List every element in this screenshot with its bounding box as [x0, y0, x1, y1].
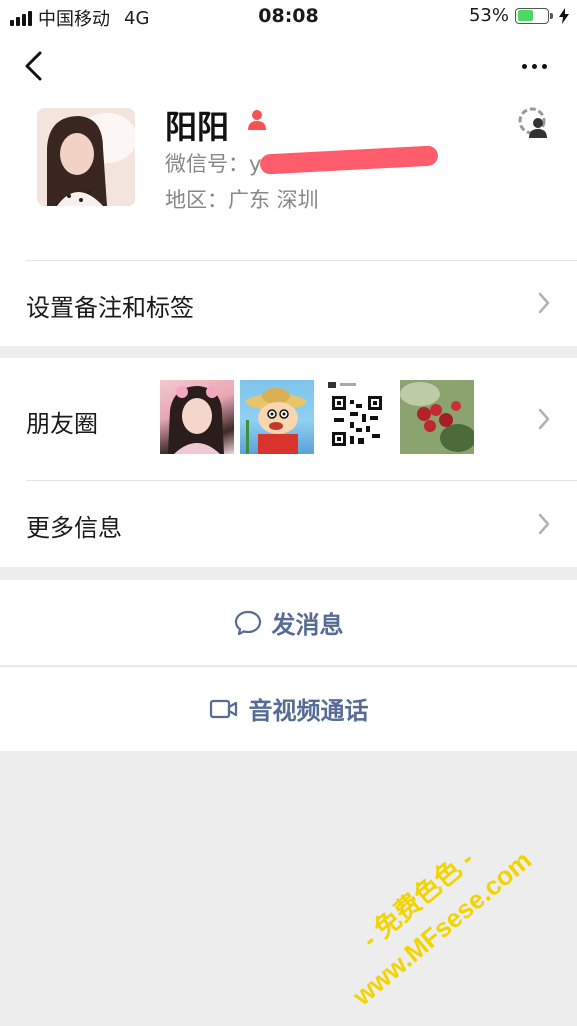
charging-icon — [559, 7, 569, 24]
avatar-image — [37, 108, 135, 206]
watermark: - 免费色色 - www.MFsese.com — [313, 806, 577, 1026]
back-button[interactable] — [22, 50, 48, 82]
star-friend-icon[interactable] — [517, 106, 551, 140]
more-dot-icon — [521, 63, 527, 69]
video-call-button[interactable]: 音视频通话 — [0, 666, 577, 751]
video-call-label: 音视频通话 — [248, 697, 369, 725]
redaction-mark — [259, 145, 439, 175]
nav-bar — [0, 34, 577, 98]
moments-thumbnail — [240, 380, 314, 454]
send-message-label: 发消息 — [271, 611, 344, 639]
moments-thumbnail — [400, 380, 474, 454]
battery-icon — [515, 7, 553, 24]
more-dot-icon — [531, 63, 537, 69]
wechat-id-row: 微信号：y — [165, 148, 261, 178]
more-info-row[interactable]: 更多信息 — [0, 480, 577, 567]
chevron-right-icon — [538, 408, 550, 430]
chevron-right-icon — [538, 292, 550, 314]
chevron-left-icon — [25, 51, 42, 81]
video-call-content: 音视频通话 — [0, 666, 577, 751]
region-label: 地区： — [165, 188, 228, 212]
set-remark-label: 设置备注和标签 — [26, 294, 194, 322]
send-message-button[interactable]: 发消息 — [0, 580, 577, 665]
profile-name: 阳阳 — [165, 108, 230, 146]
send-message-content: 发消息 — [0, 580, 577, 665]
status-right: 53% — [469, 5, 569, 26]
avatar[interactable] — [37, 108, 135, 206]
moments-thumbnail — [160, 380, 234, 454]
more-dot-icon — [541, 63, 547, 69]
set-remark-row[interactable]: 设置备注和标签 — [0, 260, 577, 346]
more-info-label: 更多信息 — [26, 514, 122, 542]
battery-percent: 53% — [468, 5, 509, 26]
status-bar: 中国移动 4G 08:08 53% — [0, 0, 577, 34]
moments-label: 朋友圈 — [26, 410, 98, 438]
moments-row[interactable]: 朋友圈 — [0, 358, 577, 480]
region-row: 地区：广东 深圳 — [165, 184, 319, 214]
profile-header: 阳阳 微信号：y 地区：广东 深圳 — [0, 98, 577, 260]
female-gender-icon — [248, 110, 266, 130]
region-value: 广东 深圳 — [228, 188, 319, 212]
chevron-right-icon — [538, 513, 550, 535]
video-camera-icon — [209, 699, 237, 718]
more-button[interactable] — [517, 54, 551, 78]
battery-fill — [517, 10, 533, 21]
divider — [26, 480, 577, 481]
wechat-id-label: 微信号： — [165, 152, 249, 176]
chat-bubble-icon — [234, 610, 261, 635]
divider — [26, 260, 577, 261]
moments-thumbnails — [160, 380, 474, 454]
moments-thumbnail — [320, 380, 394, 454]
